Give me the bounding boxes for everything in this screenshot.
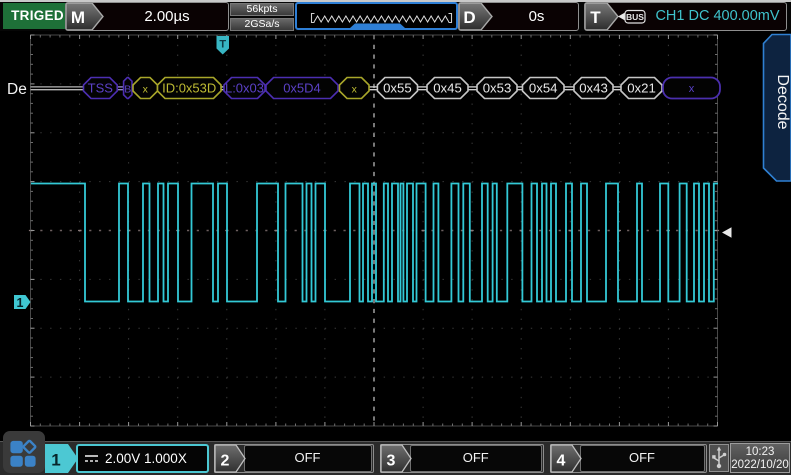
svg-text:Decode: Decode bbox=[774, 74, 791, 129]
svg-text:0x43: 0x43 bbox=[579, 81, 608, 96]
svg-text:M: M bbox=[70, 8, 84, 27]
svg-text:4: 4 bbox=[556, 453, 565, 470]
svg-text:B: B bbox=[124, 84, 131, 96]
svg-text:x: x bbox=[352, 84, 358, 96]
svg-text:0x54: 0x54 bbox=[529, 81, 558, 96]
svg-text:3: 3 bbox=[387, 453, 396, 470]
svg-text:0x55: 0x55 bbox=[383, 81, 412, 96]
svg-text:1: 1 bbox=[17, 296, 24, 310]
svg-text:0x21: 0x21 bbox=[627, 81, 656, 96]
svg-text:0x5D4: 0x5D4 bbox=[283, 81, 321, 96]
svg-text:BUS: BUS bbox=[626, 12, 644, 22]
svg-text:ID:0x53D: ID:0x53D bbox=[162, 81, 216, 96]
svg-text:D: D bbox=[463, 8, 475, 27]
svg-text:0x53: 0x53 bbox=[483, 81, 512, 96]
svg-text:1: 1 bbox=[51, 451, 60, 470]
svg-text:0x45: 0x45 bbox=[433, 81, 462, 96]
svg-text:x: x bbox=[689, 83, 695, 95]
svg-text:T: T bbox=[219, 39, 226, 51]
svg-text:TSS: TSS bbox=[88, 81, 114, 96]
svg-text:x: x bbox=[143, 84, 149, 96]
svg-text:2: 2 bbox=[220, 453, 229, 470]
svg-text:L:0x03: L:0x03 bbox=[225, 81, 264, 96]
svg-text:De: De bbox=[7, 81, 27, 98]
svg-text:T: T bbox=[590, 8, 601, 27]
